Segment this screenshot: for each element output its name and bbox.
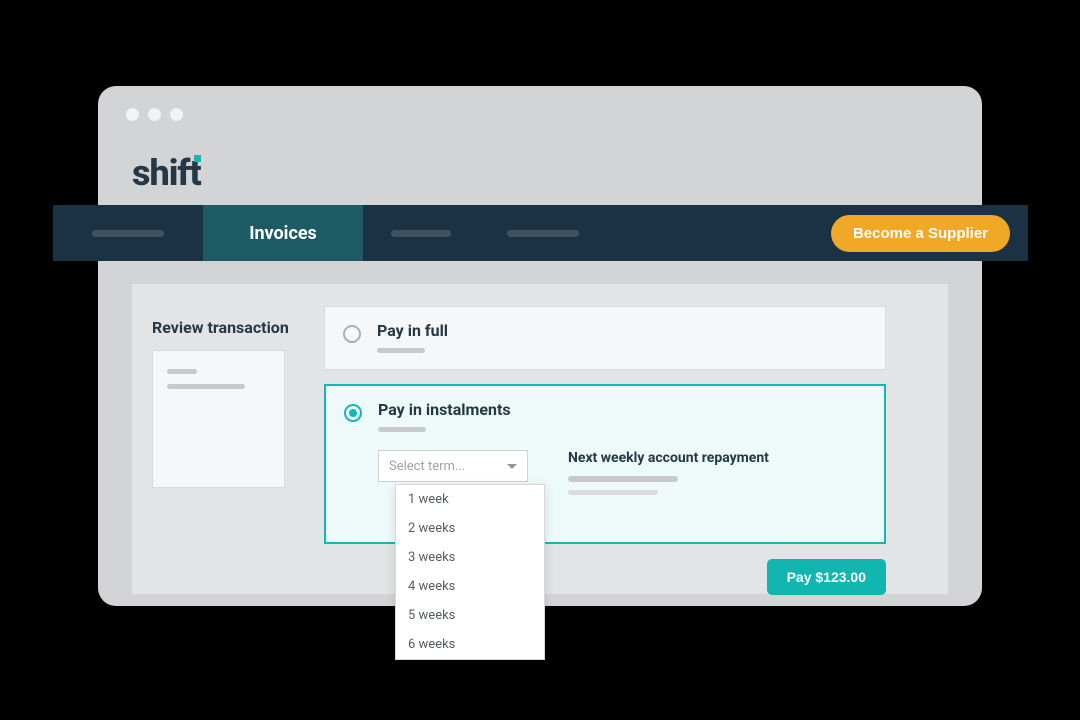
term-option[interactable]: 6 weeks <box>396 630 544 659</box>
nav-item-placeholder[interactable] <box>53 205 203 261</box>
option-title: Pay in instalments <box>378 400 866 419</box>
option-body: Pay in full <box>377 321 867 353</box>
term-option[interactable]: 2 weeks <box>396 514 544 543</box>
nav-stub <box>507 230 579 237</box>
term-option[interactable]: 5 weeks <box>396 601 544 630</box>
chevron-down-icon <box>507 464 517 469</box>
transaction-summary-card <box>152 350 285 488</box>
nav-stub <box>92 230 164 237</box>
radio-unselected-icon[interactable] <box>343 325 361 343</box>
repayment-title: Next weekly account repayment <box>568 450 866 466</box>
term-option[interactable]: 3 weeks <box>396 543 544 572</box>
summary-stub <box>167 369 197 374</box>
select-placeholder: Select term... <box>389 459 465 474</box>
window-dot[interactable] <box>148 108 161 121</box>
pay-in-full-option[interactable]: Pay in full <box>324 306 886 370</box>
nav-item-placeholder[interactable] <box>479 205 607 261</box>
become-supplier-button[interactable]: Become a Supplier <box>831 215 1010 252</box>
window-controls <box>126 108 183 121</box>
term-dropdown[interactable]: 1 week 2 weeks 3 weeks 4 weeks 5 weeks 6… <box>395 484 545 660</box>
nav-item-invoices[interactable]: Invoices <box>203 205 363 261</box>
option-body: Pay in instalments Select term... Next w… <box>378 400 866 495</box>
brand-logo-accent <box>194 155 201 162</box>
term-option[interactable]: 4 weeks <box>396 572 544 601</box>
term-option[interactable]: 1 week <box>396 485 544 514</box>
nav-item-placeholder[interactable] <box>363 205 479 261</box>
repayment-stub <box>568 476 678 482</box>
option-title: Pay in full <box>377 321 867 340</box>
repayment-info: Next weekly account repayment <box>568 450 866 495</box>
option-stub <box>378 427 426 432</box>
summary-stub <box>167 384 245 389</box>
pay-button[interactable]: Pay $123.00 <box>767 559 886 595</box>
window-dot[interactable] <box>170 108 183 121</box>
repayment-stub <box>568 490 658 495</box>
nav-stub <box>391 230 451 237</box>
brand-logo: shift <box>132 152 201 194</box>
main-navbar: Invoices Become a Supplier <box>53 205 1028 261</box>
window-dot[interactable] <box>126 108 139 121</box>
section-title: Review transaction <box>152 318 289 337</box>
radio-selected-icon[interactable] <box>344 404 362 422</box>
term-select[interactable]: Select term... <box>378 450 528 482</box>
option-stub <box>377 348 425 353</box>
nav-label: Invoices <box>249 223 317 244</box>
